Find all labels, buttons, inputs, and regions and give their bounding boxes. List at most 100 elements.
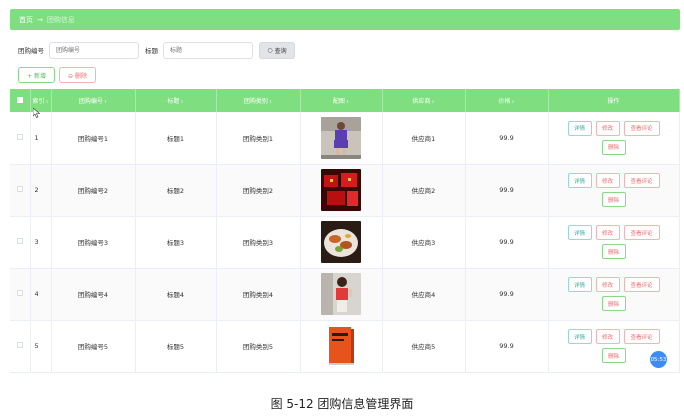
page: 首页 → 团购信息 团购编号 标题 ○ 查询 + 新增 ⊖ 删除: [0, 0, 684, 416]
product-image-woman-red-top[interactable]: [321, 273, 361, 315]
product-image-woman-purple[interactable]: [321, 116, 361, 159]
product-image-orange-book[interactable]: [321, 325, 361, 367]
mouse-cursor-icon: [33, 108, 41, 118]
row-price: 99.9: [465, 112, 549, 165]
row-title: 标题1: [135, 112, 217, 165]
view-reviews-button[interactable]: 查看评论: [623, 173, 660, 188]
table-row: 3 团购编号3 标题3 团购类别3 供应商3 99.9 详情 修改 查看评论 删…: [10, 216, 680, 269]
header-title[interactable]: 标题⇕: [135, 89, 217, 112]
row-supplier: 供应商3: [382, 216, 466, 269]
row-category: 团购类别4: [216, 268, 301, 321]
row-index: 5: [30, 320, 52, 373]
batch-delete-button[interactable]: ⊖ 删除: [59, 67, 96, 83]
row-actions: 详情 修改 查看评论 删除: [548, 268, 680, 321]
header-image[interactable]: 配图⇕: [300, 89, 383, 112]
query-button-label: 查询: [274, 47, 287, 55]
detail-button[interactable]: 详情: [567, 329, 592, 344]
table-header-row: 索引⇕ 团购编号⇕ 标题⇕ 团购类别⇕ 配图⇕ 供应商⇕ 价格⇕ 操作: [10, 89, 680, 112]
select-all-header[interactable]: [10, 89, 31, 112]
edit-button[interactable]: 修改: [595, 120, 620, 136]
product-image-food-dish[interactable]: [321, 221, 361, 263]
header-supplier[interactable]: 供应商⇕: [382, 89, 466, 112]
view-reviews-button[interactable]: 查看评论: [623, 329, 660, 344]
code-label: 团购编号: [18, 47, 44, 55]
search-icon: ○: [267, 46, 273, 54]
row-category: 团购类别3: [216, 216, 301, 269]
code-search-input[interactable]: [49, 41, 139, 59]
floating-time-badge[interactable]: 05:53: [650, 351, 667, 368]
header-actions: 操作: [548, 89, 680, 112]
row-checkbox[interactable]: [16, 290, 23, 296]
row-category: 团购类别2: [216, 164, 301, 217]
edit-button[interactable]: 修改: [595, 329, 620, 344]
row-title: 标题5: [135, 320, 217, 373]
detail-button[interactable]: 详情: [567, 277, 592, 292]
row-code: 团购编号3: [51, 216, 136, 269]
row-code: 团购编号5: [51, 320, 136, 373]
row-checkbox[interactable]: [16, 133, 23, 140]
view-reviews-button[interactable]: 查看评论: [623, 225, 660, 240]
detail-button[interactable]: 详情: [567, 225, 592, 240]
table-row: 5 团购编号5 标题5 团购类别5 供应商5 99.9 详情 修改 查看评论 删…: [10, 320, 680, 373]
select-all-checkbox[interactable]: [16, 96, 23, 103]
row-price: 99.9: [465, 164, 549, 217]
row-price: 99.9: [465, 268, 549, 321]
delete-button[interactable]: 删除: [601, 244, 626, 259]
title-search-input[interactable]: [163, 41, 253, 59]
row-index: 1: [30, 112, 52, 165]
figure-caption: 图 5-12 团购信息管理界面: [270, 397, 414, 411]
row-image-cell: [300, 320, 383, 373]
row-supplier: 供应商4: [382, 268, 466, 321]
table-row: 1 团购编号1 标题1 团购类别1 供应商1 99.9 详情 修改 查看评论 删…: [10, 112, 680, 165]
row-category: 团购类别5: [216, 320, 301, 373]
product-image-red-gift-boxes[interactable]: [321, 169, 361, 211]
action-bar: + 新增 ⊖ 删除: [18, 67, 96, 83]
row-code: 团购编号1: [51, 112, 136, 165]
row-title: 标题4: [135, 268, 217, 321]
row-index: 3: [30, 216, 52, 269]
row-image-cell: [300, 268, 383, 321]
edit-button[interactable]: 修改: [595, 225, 620, 240]
header-price[interactable]: 价格⇕: [465, 89, 549, 112]
breadcrumb: 首页 → 团购信息: [10, 9, 680, 30]
edit-button[interactable]: 修改: [595, 277, 620, 292]
row-actions: 详情 修改 查看评论 删除: [548, 164, 680, 217]
row-checkbox[interactable]: [16, 238, 23, 244]
row-actions: 详情 修改 查看评论 删除: [548, 112, 680, 165]
row-code: 团购编号2: [51, 164, 136, 217]
row-category: 团购类别1: [216, 112, 301, 165]
row-actions: 详情 修改 查看评论 删除: [548, 216, 680, 269]
edit-button[interactable]: 修改: [595, 173, 620, 188]
breadcrumb-separator: →: [37, 15, 43, 24]
title-label: 标题: [145, 47, 158, 55]
detail-button[interactable]: 详情: [567, 173, 592, 188]
delete-button[interactable]: 删除: [601, 192, 626, 207]
delete-button[interactable]: 删除: [601, 296, 626, 311]
delete-button[interactable]: 删除: [601, 348, 626, 363]
detail-button[interactable]: 详情: [567, 120, 592, 136]
row-title: 标题2: [135, 164, 217, 217]
row-code: 团购编号4: [51, 268, 136, 321]
row-checkbox[interactable]: [16, 186, 23, 192]
row-image-cell: [300, 216, 383, 269]
row-supplier: 供应商2: [382, 164, 466, 217]
row-image-cell: [300, 112, 383, 165]
row-supplier: 供应商5: [382, 320, 466, 373]
add-button[interactable]: + 新增: [18, 67, 55, 83]
row-price: 99.9: [465, 320, 549, 373]
delete-button[interactable]: 删除: [601, 139, 626, 155]
breadcrumb-home[interactable]: 首页: [19, 15, 33, 25]
query-button[interactable]: ○ 查询: [259, 41, 295, 59]
row-price: 99.9: [465, 216, 549, 269]
table-row: 4 团购编号4 标题4 团购类别4 供应商4 99.9 详情 修改 查看评论 删…: [10, 268, 680, 321]
table-row: 2 团购编号2 标题2 团购类别2 供应商2 99.9 详情 修改 查看评论 删…: [10, 164, 680, 217]
header-category[interactable]: 团购类别⇕: [216, 89, 301, 112]
groupbuy-table: 索引⇕ 团购编号⇕ 标题⇕ 团购类别⇕ 配图⇕ 供应商⇕ 价格⇕ 操作 1 团购…: [10, 89, 680, 373]
view-reviews-button[interactable]: 查看评论: [623, 277, 660, 292]
row-index: 4: [30, 268, 52, 321]
row-image-cell: [300, 164, 383, 217]
row-checkbox[interactable]: [16, 342, 23, 348]
row-index: 2: [30, 164, 52, 217]
view-reviews-button[interactable]: 查看评论: [623, 120, 660, 136]
header-code[interactable]: 团购编号⇕: [51, 89, 136, 112]
